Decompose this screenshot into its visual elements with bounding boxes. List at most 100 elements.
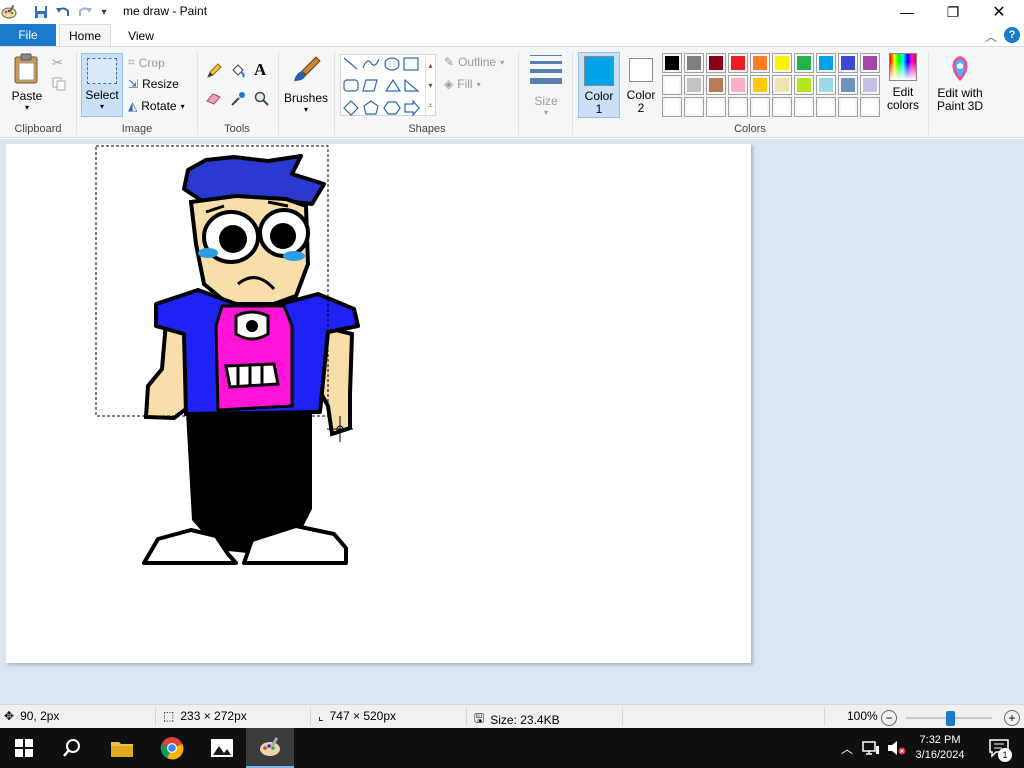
eraser-icon[interactable] (206, 91, 222, 108)
tab-home[interactable]: Home (59, 24, 111, 47)
palette-swatch[interactable] (706, 53, 726, 73)
paste-dropdown-icon[interactable]: ▾ (25, 103, 29, 112)
palette-swatch[interactable] (750, 75, 770, 95)
save-icon[interactable] (32, 3, 50, 21)
palette-swatch[interactable] (816, 97, 836, 117)
outline-icon: ✎ (444, 55, 455, 69)
palette-swatch[interactable] (838, 75, 858, 95)
resize-button[interactable]: ⇲ Resize (128, 77, 179, 91)
size-lines-icon (530, 55, 562, 84)
color2-button[interactable]: Color 2 (622, 52, 660, 115)
canvas-size: ⌞ 747 × 520px (318, 709, 396, 723)
palette-swatch[interactable] (728, 53, 748, 73)
paint3d-label-2: Paint 3D (936, 99, 984, 113)
photos-button[interactable] (198, 728, 246, 768)
palette-swatch[interactable] (860, 53, 880, 73)
undo-icon[interactable] (54, 3, 72, 21)
color-spectrum-icon (889, 53, 917, 81)
tab-view[interactable]: View (116, 24, 166, 47)
magnifier-icon[interactable] (254, 91, 270, 110)
paste-button[interactable]: Paste ▾ (8, 53, 46, 112)
customize-qat-icon[interactable]: ▾ (95, 3, 113, 21)
start-button[interactable] (0, 728, 48, 768)
paint-taskbar-button[interactable] (246, 728, 294, 768)
rotate-icon: ◭ (128, 99, 138, 113)
palette-swatch[interactable] (772, 53, 792, 73)
fill-bucket-icon[interactable] (230, 63, 246, 82)
volume-muted-icon[interactable] (884, 728, 908, 768)
drawing-canvas[interactable] (6, 144, 751, 663)
palette-swatch[interactable] (684, 97, 704, 117)
select-button[interactable]: Select ▾ (81, 53, 123, 117)
brush-icon (294, 56, 321, 81)
palette-swatch[interactable] (838, 53, 858, 73)
zoom-slider-thumb[interactable] (946, 711, 955, 726)
zoom-out-button[interactable]: − (881, 710, 897, 726)
palette-swatch[interactable] (860, 97, 880, 117)
color1-button[interactable]: Color 1 (578, 52, 620, 118)
outline-button[interactable]: ✎ Outline ▾ (444, 55, 504, 69)
shapes-scroll[interactable]: ▴ ▾ ⩡ (425, 55, 435, 117)
palette-swatch[interactable] (728, 97, 748, 117)
network-icon[interactable] (860, 728, 882, 768)
image-group-label: Image (121, 123, 153, 135)
cursor-position-text: 90, 2px (20, 709, 60, 723)
pencil-icon[interactable] (206, 63, 222, 82)
palette-swatch[interactable] (728, 75, 748, 95)
copy-icon[interactable] (52, 77, 66, 94)
palette-swatch[interactable] (706, 97, 726, 117)
close-button[interactable]: ✕ (976, 0, 1022, 24)
palette-swatch[interactable] (816, 53, 836, 73)
palette-swatch[interactable] (860, 75, 880, 95)
color-palette (662, 53, 884, 119)
help-icon[interactable]: ? (1004, 27, 1020, 43)
palette-swatch[interactable] (772, 97, 792, 117)
brushes-label: Brushes (283, 91, 329, 105)
rotate-label: Rotate (141, 99, 177, 113)
palette-swatch[interactable] (772, 75, 792, 95)
show-hidden-icons-icon[interactable]: ︿ (838, 728, 856, 768)
select-dropdown-icon[interactable]: ▾ (100, 102, 104, 111)
palette-swatch[interactable] (794, 75, 814, 95)
clock[interactable]: 7:32 PM 3/16/2024 (908, 728, 972, 768)
collapse-ribbon-icon[interactable]: ︿ (985, 28, 997, 45)
action-center-button[interactable]: 1 (978, 728, 1020, 768)
size-button[interactable]: Size ▾ (526, 55, 566, 117)
paint-app-icon[interactable] (0, 3, 18, 21)
palette-swatch[interactable] (662, 97, 682, 117)
file-menu-button[interactable]: File (0, 24, 56, 46)
minimize-button[interactable]: — (884, 0, 930, 24)
palette-swatch[interactable] (662, 75, 682, 95)
cut-icon[interactable]: ✂ (52, 55, 63, 71)
brushes-button[interactable]: Brushes ▾ (284, 53, 328, 114)
zoom-in-button[interactable]: + (1004, 710, 1020, 726)
fill-button[interactable]: ◈ Fill ▾ (444, 77, 481, 91)
edit-with-paint3d-button[interactable]: Edit with Paint 3D (932, 53, 988, 113)
palette-swatch[interactable] (750, 97, 770, 117)
shapes-gallery[interactable]: ▴ ▾ ⩡ (340, 54, 436, 117)
palette-swatch[interactable] (794, 53, 814, 73)
palette-swatch[interactable] (684, 75, 704, 95)
resize-icon: ⇲ (128, 77, 139, 91)
maximize-button[interactable]: ❐ (930, 0, 976, 24)
palette-swatch[interactable] (706, 75, 726, 95)
colors-group-label: Colors (734, 123, 766, 135)
ribbon-tabs: File Home View ︿ ? (0, 24, 1024, 47)
palette-swatch[interactable] (794, 97, 814, 117)
crop-button[interactable]: ⌗ Crop (128, 55, 165, 70)
palette-swatch[interactable] (816, 75, 836, 95)
selection-size: ⬚ 233 × 272px (163, 709, 247, 723)
palette-swatch[interactable] (662, 53, 682, 73)
palette-swatch[interactable] (684, 53, 704, 73)
edit-colors-button[interactable]: Edit colors (882, 53, 924, 112)
file-explorer-button[interactable] (98, 728, 146, 768)
chrome-button[interactable] (148, 728, 196, 768)
text-tool-icon[interactable]: A (254, 60, 266, 80)
palette-swatch[interactable] (750, 53, 770, 73)
redo-icon[interactable] (76, 3, 94, 21)
color2-swatch (629, 58, 653, 82)
search-button[interactable] (48, 728, 96, 768)
color-picker-icon[interactable] (230, 91, 246, 110)
rotate-button[interactable]: ◭ Rotate ▾ (128, 99, 185, 113)
palette-swatch[interactable] (838, 97, 858, 117)
